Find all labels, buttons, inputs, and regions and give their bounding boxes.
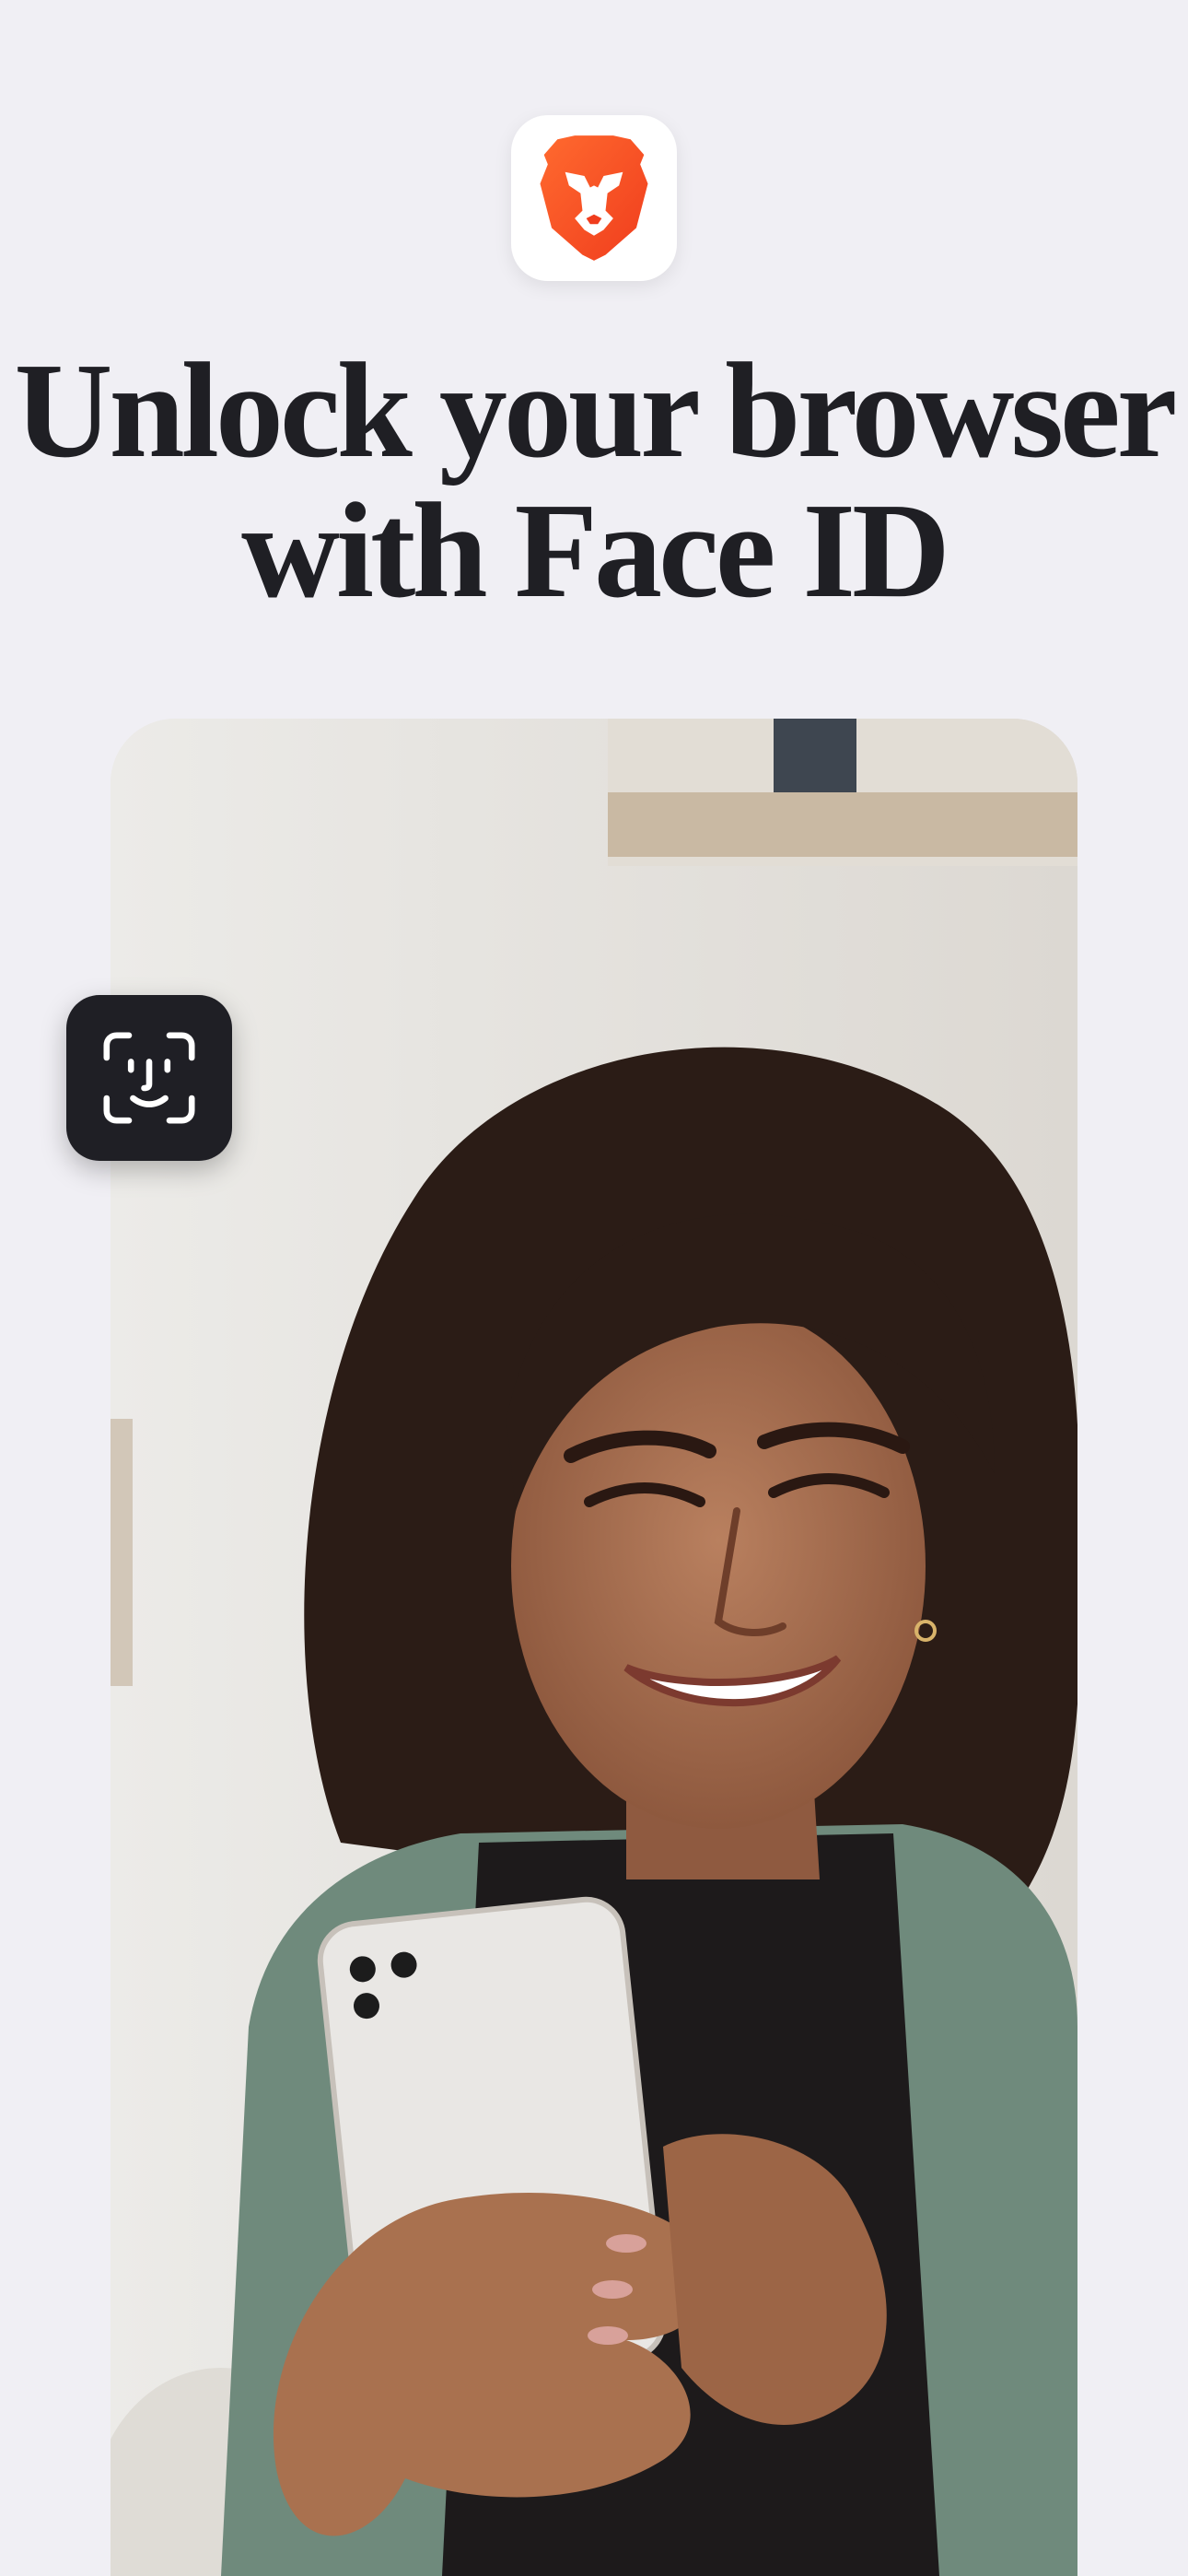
headline: Unlock your browser with Face ID — [0, 341, 1188, 621]
face-id-badge — [66, 995, 232, 1161]
headline-line-1: Unlock your browser — [14, 335, 1178, 486]
brave-app-icon — [511, 115, 677, 281]
headline-line-2: with Face ID — [241, 475, 950, 626]
photo-card — [111, 719, 1077, 2576]
person-using-phone-photo — [111, 719, 1077, 2576]
face-id-icon — [103, 1032, 195, 1124]
brave-lion-icon — [540, 135, 648, 261]
